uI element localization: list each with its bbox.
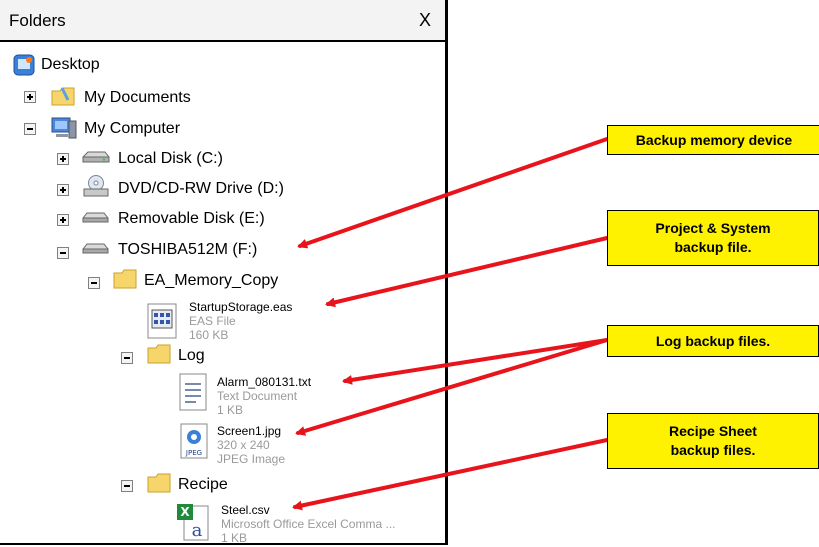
callout-project-backup: Project & System backup file.: [607, 210, 819, 266]
arrow-recipe-backup: [292, 438, 609, 511]
arrow-project-backup: [325, 236, 609, 308]
callout-log-backup: Log backup files.: [607, 325, 819, 357]
arrow-backup-device: [297, 137, 609, 249]
callout-recipe-backup: Recipe Sheet backup files.: [607, 413, 819, 469]
arrow-log-alarm: [342, 338, 609, 385]
arrow-log-screen: [295, 338, 609, 436]
callout-backup-device: Backup memory device: [607, 125, 819, 155]
